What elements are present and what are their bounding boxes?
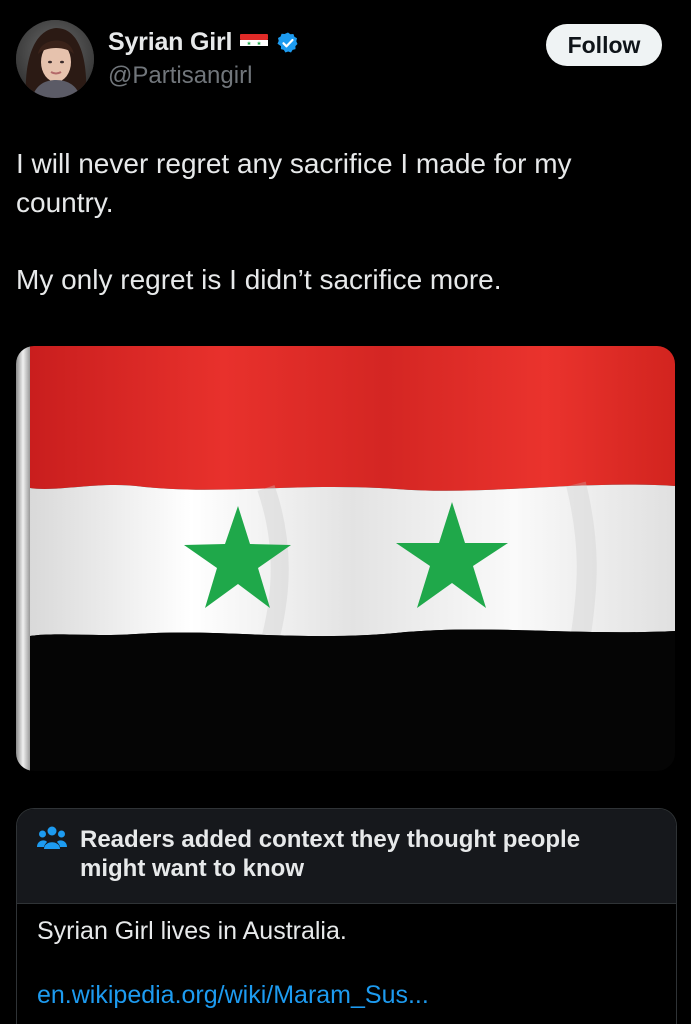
community-note-header: Readers added context they thought peopl… — [17, 809, 676, 904]
syrian-flag-image — [16, 346, 675, 771]
tweet-media-image[interactable] — [16, 346, 675, 771]
author-name-row: Syrian Girl — [108, 28, 300, 57]
tweet-page: Syrian Girl @Partisangirl Follow I will … — [0, 0, 691, 1024]
avatar-image — [16, 20, 94, 98]
follow-button[interactable]: Follow — [546, 24, 662, 66]
author-display-name[interactable]: Syrian Girl — [108, 28, 232, 57]
community-note-title: Readers added context they thought peopl… — [80, 826, 581, 882]
community-note-source-link[interactable]: en.wikipedia.org/wiki/Maram_Sus... — [37, 981, 429, 1010]
community-note-body: Syrian Girl lives in Australia. — [37, 917, 347, 945]
tweet-paragraph: My only regret is I didn’t sacrifice mor… — [16, 264, 502, 295]
community-note[interactable]: Readers added context they thought peopl… — [16, 808, 677, 1024]
tweet-text: I will never regret any sacrifice I made… — [16, 144, 656, 299]
tweet-paragraph: I will never regret any sacrifice I made… — [16, 148, 572, 218]
avatar[interactable] — [16, 20, 94, 98]
author-handle[interactable]: @Partisangirl — [108, 62, 252, 90]
verified-badge-icon[interactable] — [276, 31, 300, 55]
syria-flag-emoji-icon — [240, 33, 269, 52]
people-icon — [37, 826, 67, 849]
